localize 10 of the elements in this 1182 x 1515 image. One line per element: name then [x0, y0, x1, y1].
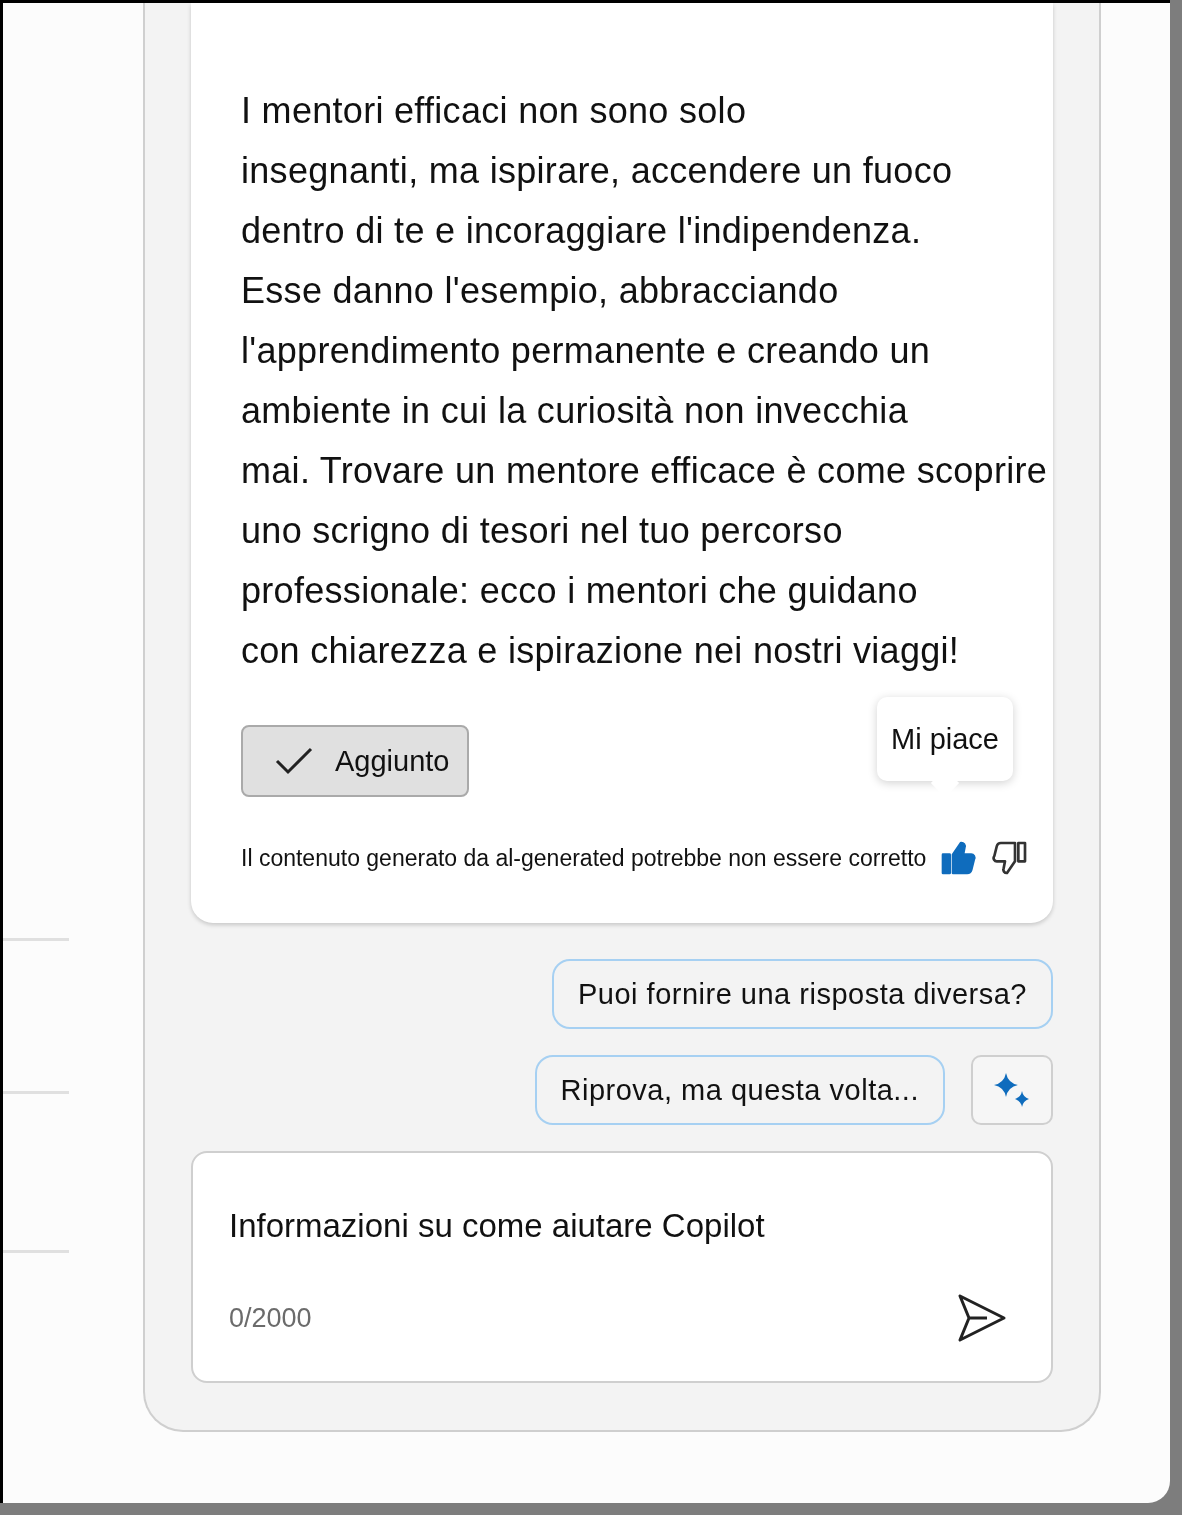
checkmark-icon [275, 747, 313, 775]
send-icon[interactable] [957, 1293, 1007, 1343]
disclaimer-text: Il contenuto generato da al-generated potrebbe non essere corretto [241, 844, 927, 872]
message-input[interactable]: Informazioni su come aiutare Copilot [229, 1201, 1007, 1251]
response-paragraph: I mentori efficaci non sono solo insegnanti, ma ispirare, accendere un fuoco dentro di te e incoraggiare l'indipendenza. Esse danno l'esempio, abbracciando l'apprendimento permanente e creando un ambiente in cui la curiosità non invecchia mai. Trovare un mentore efficace è come scoprire uno scrigno di tesori nel tuo percorso professionale: ecco i mentori che guidano con chiarezza e ispirazione nei nostri viaggi! [241, 89, 1049, 673]
suggestion-chip[interactable]: Riprova, ma questa volta... [534, 1055, 945, 1125]
added-button[interactable]: Aggiunto [241, 725, 469, 797]
character-counter: 0/2000 [229, 1302, 312, 1334]
suggestion-chip[interactable]: Puoi fornire una risposta diversa? [552, 959, 1053, 1029]
sparkle-button[interactable] [971, 1055, 1053, 1125]
